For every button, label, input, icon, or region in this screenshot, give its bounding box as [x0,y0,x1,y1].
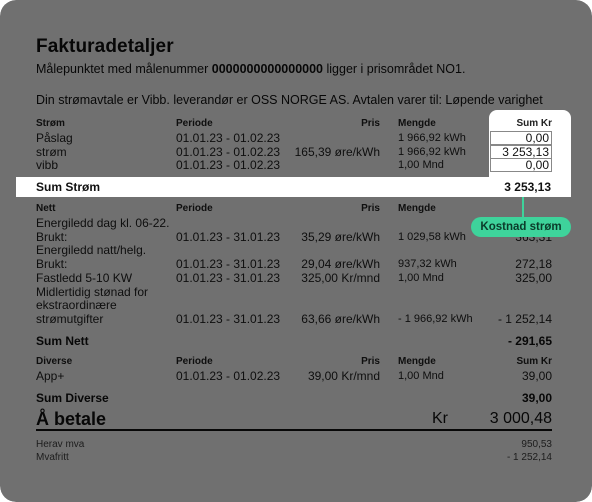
nett-row-subname: Brukt: [36,257,68,271]
meter-line: Målepunktet med målenummer 0000000000000… [36,62,465,76]
strom-row-sum: 0,00 [490,158,552,172]
meter-suffix: ligger i prisområdet NO1. [323,62,466,76]
nett-sum-row: Sum Nett - 291,65 [36,334,552,348]
strom-row-mengde: 1,00 Mnd [398,159,444,171]
nett-row-pris: 29,04 øre/kWh [301,257,380,271]
footer-value: - 1 252,14 [506,452,552,463]
strom-row-mengde: 1 966,92 kWh [398,146,466,158]
col-mengde: Mengde [398,118,436,129]
nett-row-sum: 325,00 [515,271,552,285]
col-pris: Pris [361,203,380,214]
strom-sum-row: Sum Strøm 3 253,13 [16,177,571,197]
nett-row-mengde: 1,00 Mnd [398,272,444,284]
nett-row-pris: 325,00 Kr/mnd [301,271,380,285]
col-pris: Pris [361,118,380,129]
nett-row-periode: 01.01.23 - 31.01.23 [176,257,281,271]
col-periode: Periode [176,356,213,367]
total-currency: Kr [432,410,448,427]
strom-sum-value: 3 253,13 [504,180,551,194]
strom-header: Strøm [36,118,65,129]
nett-row-subname: strømutgifter [36,312,104,326]
strom-row-periode: 01.01.23 - 01.02.23 [176,145,281,159]
col-periode: Periode [176,203,213,214]
diverse-sum-row: Sum Diverse 39,00 [36,391,552,405]
kostnad-strom-callout: Kostnad strøm [471,217,571,237]
nett-header: Nett [36,203,56,214]
strom-row-pris: 165,39 øre/kWh [294,145,380,159]
nett-row-name: Fastledd 5-10 KW [36,271,133,285]
agreement-line: Din strømavtale er Vibb. leverandør er O… [36,93,543,107]
strom-row-periode: 01.01.23 - 01.02.23 [176,131,281,145]
strom-row-mengde: 1 966,92 kWh [398,132,466,144]
total-row: Å betale Kr 3 000,48 [36,409,552,431]
col-sum: Sum Kr [516,118,552,129]
nett-row-sum: - 1 252,14 [497,312,552,326]
diverse-sum-value: 39,00 [521,391,552,405]
meter-prefix: Målepunktet med målenummer [36,62,212,76]
diverse-sum-label: Sum Diverse [36,391,109,405]
nett-row-mengde: 1 029,58 kWh [398,231,466,243]
strom-row-sum: 3 253,13 [490,145,552,159]
col-periode: Periode [176,118,213,129]
nett-row-periode: 01.01.23 - 31.01.23 [176,230,281,244]
nett-row-name: Energiledd dag kl. 06-22. [36,216,170,230]
nett-row-periode: 01.01.23 - 31.01.23 [176,271,281,285]
nett-row-subname: Brukt: [36,230,68,244]
nett-row-sum: 272,18 [515,257,552,271]
col-sum: Sum Kr [516,356,552,367]
strom-row-periode: 01.01.23 - 01.02.23 [176,158,281,172]
nett-sum-value: - 291,65 [507,334,552,348]
strom-row-name: strøm [36,145,67,159]
nett-row-name: Midlertidig stønad for [36,285,149,299]
col-pris: Pris [361,356,380,367]
col-mengde: Mengde [398,356,436,367]
diverse-row-pris: 39,00 Kr/mnd [307,369,380,383]
nett-row-name: Energiledd natt/helg. [36,243,147,257]
nett-sum-label: Sum Nett [36,334,89,348]
footer-label: Herav mva [36,439,85,450]
total-value: 3 000,48 [489,410,552,427]
diverse-row-name: App+ [36,369,65,383]
footer-label: Mvafritt [36,452,69,463]
total-label: Å betale [36,409,107,429]
strom-sum-label: Sum Strøm [36,180,101,194]
diverse-row-mengde: 1,00 Mnd [398,370,444,382]
diverse-header: Diverse [36,356,73,367]
diverse-row-periode: 01.01.23 - 01.02.23 [176,369,281,383]
invoice-title: Fakturadetaljer [36,36,174,57]
invoice-card: Fakturadetaljer Målepunktet med målenumm… [0,0,592,502]
meter-number: 0000000000000000 [211,62,324,76]
callout-connector [522,197,524,217]
nett-row-pris: 35,29 øre/kWh [301,230,380,244]
footer-value: 950,53 [521,439,552,450]
nett-row-periode: 01.01.23 - 31.01.23 [176,312,281,326]
col-mengde: Mengde [398,203,436,214]
strom-row-sum: 0,00 [490,131,552,145]
nett-row-subname: ekstraordinære [36,298,117,312]
nett-row-mengde: 937,32 kWh [398,258,457,270]
diverse-row-sum: 39,00 [521,369,552,383]
strom-row-name: vibb [36,158,59,172]
strom-row-name: Påslag [36,131,73,145]
nett-row-pris: 63,66 øre/kWh [301,312,380,326]
